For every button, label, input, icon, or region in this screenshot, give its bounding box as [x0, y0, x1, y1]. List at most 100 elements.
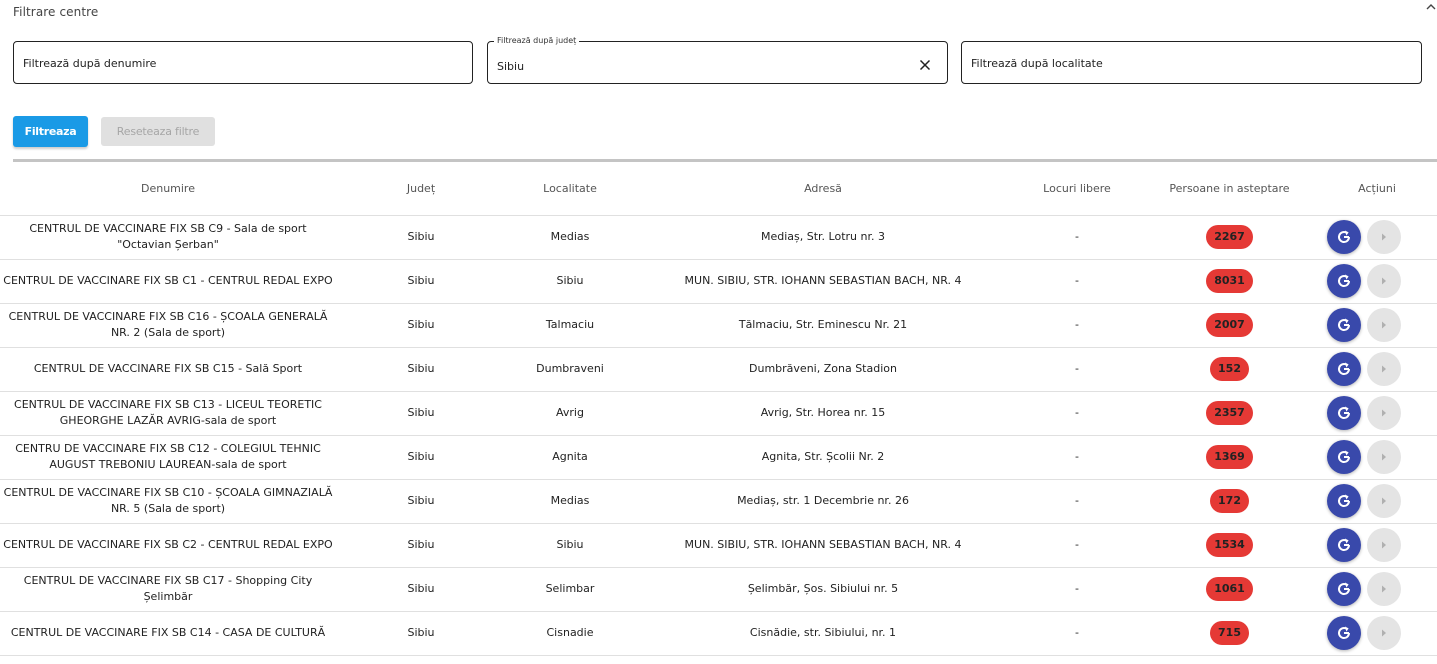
header-locality[interactable]: Localitate — [506, 162, 634, 216]
refresh-icon — [1338, 582, 1351, 595]
play-button[interactable] — [1366, 308, 1401, 342]
header-free-slots[interactable]: Locuri libere — [1012, 162, 1142, 216]
center-name: CENTRUL DE VACCINARE FIX SB C16 - ȘCOALA… — [0, 303, 336, 348]
waiting-badge: 2007 — [1206, 313, 1253, 337]
center-locality: Avrig — [506, 391, 634, 436]
refresh-icon — [1338, 538, 1351, 551]
waiting-badge: 152 — [1210, 357, 1249, 381]
center-locality: Sibiu — [506, 259, 634, 304]
waiting-badge: 172 — [1210, 489, 1249, 513]
refresh-button[interactable] — [1327, 352, 1361, 386]
waiting-badge: 715 — [1210, 621, 1249, 645]
play-button[interactable] — [1366, 528, 1401, 562]
center-name: CENTRUL DE VACCINARE FIX SB C15 - Sală S… — [0, 347, 336, 392]
play-arrow-icon — [1381, 453, 1386, 461]
refresh-icon — [1338, 274, 1351, 287]
waiting-badge: 8031 — [1206, 269, 1253, 293]
center-free-slots: - — [1012, 611, 1142, 656]
center-locality: Medias — [506, 215, 634, 260]
waiting-badge: 2357 — [1206, 401, 1253, 425]
refresh-icon — [1338, 494, 1351, 507]
waiting-badge: 1369 — [1206, 445, 1253, 469]
refresh-icon — [1338, 450, 1351, 463]
center-address: Avrig, Str. Horea nr. 15 — [634, 391, 1012, 436]
play-arrow-icon — [1381, 365, 1386, 373]
refresh-button[interactable] — [1327, 572, 1361, 606]
center-county: Sibiu — [336, 567, 506, 612]
header-actions: Acțiuni — [1317, 162, 1437, 216]
center-county: Sibiu — [336, 215, 506, 260]
center-name: CENTRUL DE VACCINARE FIX SB C2 - CENTRUL… — [0, 523, 336, 568]
refresh-button[interactable] — [1327, 308, 1361, 342]
play-arrow-icon — [1381, 497, 1386, 505]
row-actions — [1317, 611, 1437, 656]
header-address[interactable]: Adresă — [634, 162, 1012, 216]
center-waiting-cell: 2357 — [1142, 391, 1317, 436]
center-waiting-cell: 172 — [1142, 479, 1317, 524]
refresh-button[interactable] — [1327, 440, 1361, 474]
center-county: Sibiu — [336, 347, 506, 392]
header-county[interactable]: Județ — [336, 162, 506, 216]
refresh-icon — [1338, 318, 1351, 331]
close-icon[interactable] — [919, 59, 931, 71]
center-county: Sibiu — [336, 523, 506, 568]
table-row: CENTRUL DE VACCINARE FIX SB C10 - ȘCOALA… — [0, 479, 1437, 524]
header-name[interactable]: Denumire — [0, 162, 336, 216]
header-waiting[interactable]: Persoane in asteptare — [1142, 162, 1317, 216]
refresh-button[interactable] — [1327, 616, 1361, 650]
filter-panel-title: Filtrare centre — [13, 5, 99, 19]
play-arrow-icon — [1381, 277, 1386, 285]
county-filter-label: Filtrează după județ — [494, 36, 580, 46]
center-locality: Sibiu — [506, 523, 634, 568]
center-waiting-cell: 2267 — [1142, 215, 1317, 260]
center-free-slots: - — [1012, 391, 1142, 436]
refresh-icon — [1338, 230, 1351, 243]
center-address: Agnita, Str. Școlii Nr. 2 — [634, 435, 1012, 480]
locality-filter-input[interactable]: Filtrează după localitate — [961, 41, 1422, 84]
play-button[interactable] — [1366, 616, 1401, 650]
center-locality: Medias — [506, 479, 634, 524]
play-button[interactable] — [1366, 440, 1401, 474]
row-actions — [1317, 303, 1437, 348]
play-button[interactable] — [1366, 396, 1401, 430]
refresh-button[interactable] — [1327, 220, 1361, 254]
refresh-button[interactable] — [1327, 484, 1361, 518]
play-button[interactable] — [1366, 484, 1401, 518]
center-free-slots: - — [1012, 347, 1142, 392]
center-address: MUN. SIBIU, STR. IOHANN SEBASTIAN BACH, … — [634, 523, 1012, 568]
name-filter-input[interactable]: Filtrează după denumire — [13, 41, 473, 84]
refresh-button[interactable] — [1327, 528, 1361, 562]
center-name: CENTRUL DE VACCINARE FIX SB C1 - CENTRUL… — [0, 259, 336, 304]
county-filter-select[interactable]: Filtrează după județ Sibiu — [487, 36, 948, 84]
center-free-slots: - — [1012, 259, 1142, 304]
play-button[interactable] — [1366, 220, 1401, 254]
row-actions — [1317, 215, 1437, 260]
center-free-slots: - — [1012, 215, 1142, 260]
center-waiting-cell: 1061 — [1142, 567, 1317, 612]
refresh-button[interactable] — [1327, 264, 1361, 298]
table-row: CENTRUL DE VACCINARE FIX SB C16 - ȘCOALA… — [0, 303, 1437, 348]
county-filter-value: Sibiu — [497, 60, 525, 73]
play-button[interactable] — [1366, 572, 1401, 606]
center-free-slots: - — [1012, 435, 1142, 480]
center-waiting-cell: 1369 — [1142, 435, 1317, 480]
table-row: CENTRUL DE VACCINARE FIX SB C2 - CENTRUL… — [0, 523, 1437, 568]
filter-button[interactable]: Filtreaza — [13, 116, 88, 147]
play-button[interactable] — [1366, 264, 1401, 298]
waiting-badge: 1534 — [1206, 533, 1253, 557]
center-free-slots: - — [1012, 479, 1142, 524]
center-locality: Agnita — [506, 435, 634, 480]
play-arrow-icon — [1381, 541, 1386, 549]
play-button[interactable] — [1366, 352, 1401, 386]
center-locality: Talmaciu — [506, 303, 634, 348]
refresh-button[interactable] — [1327, 396, 1361, 430]
chevron-up-icon[interactable] — [1424, 2, 1437, 14]
center-waiting-cell: 2007 — [1142, 303, 1317, 348]
center-name: CENTRU DE VACCINARE FIX SB C12 - COLEGIU… — [0, 435, 336, 480]
table-row: CENTRUL DE VACCINARE FIX SB C13 - LICEUL… — [0, 391, 1437, 436]
waiting-badge: 1061 — [1206, 577, 1253, 601]
center-address: Mediaș, Str. Lotru nr. 3 — [634, 215, 1012, 260]
waiting-badge: 2267 — [1206, 225, 1253, 249]
center-county: Sibiu — [336, 611, 506, 656]
center-address: Cisnădie, str. Sibiului, nr. 1 — [634, 611, 1012, 656]
